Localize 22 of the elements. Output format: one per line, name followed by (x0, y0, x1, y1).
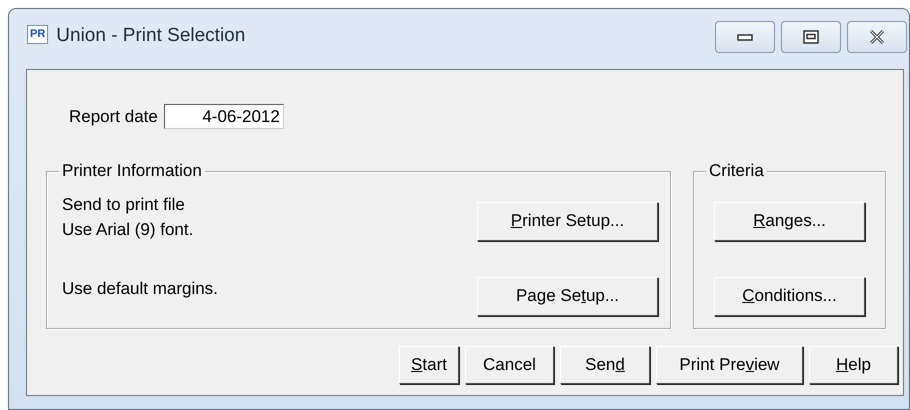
report-date-label: Report date (69, 106, 158, 128)
dialog-button[interactable]: Send (560, 346, 650, 384)
dialog-button[interactable]: Conditions... (714, 276, 865, 316)
report-date-field[interactable]: 4-06-2012 (164, 104, 284, 130)
minimize-button[interactable] (715, 21, 775, 53)
close-icon (868, 30, 886, 44)
close-button[interactable] (847, 21, 907, 53)
maximize-icon (803, 30, 819, 44)
dialog-button[interactable]: Page Setup... (477, 276, 658, 316)
dialog-button[interactable]: Help (809, 346, 898, 384)
dialog-button[interactable]: Start (399, 346, 459, 384)
dialog-button[interactable]: Printer Setup... (477, 202, 658, 240)
info-text: Use Arial (9) font. (62, 218, 194, 240)
info-text: Send to print file (62, 194, 185, 216)
window-title: Union - Print Selection (56, 24, 246, 48)
maximize-button[interactable] (781, 21, 841, 53)
dialog-button[interactable]: Cancel (465, 346, 554, 384)
info-text: Use default margins. (62, 278, 218, 300)
app-icon: PR (27, 25, 48, 44)
minimize-icon (737, 32, 753, 42)
dialog-button[interactable]: Print Preview (656, 346, 803, 384)
dialog-button[interactable]: Ranges... (714, 202, 865, 240)
